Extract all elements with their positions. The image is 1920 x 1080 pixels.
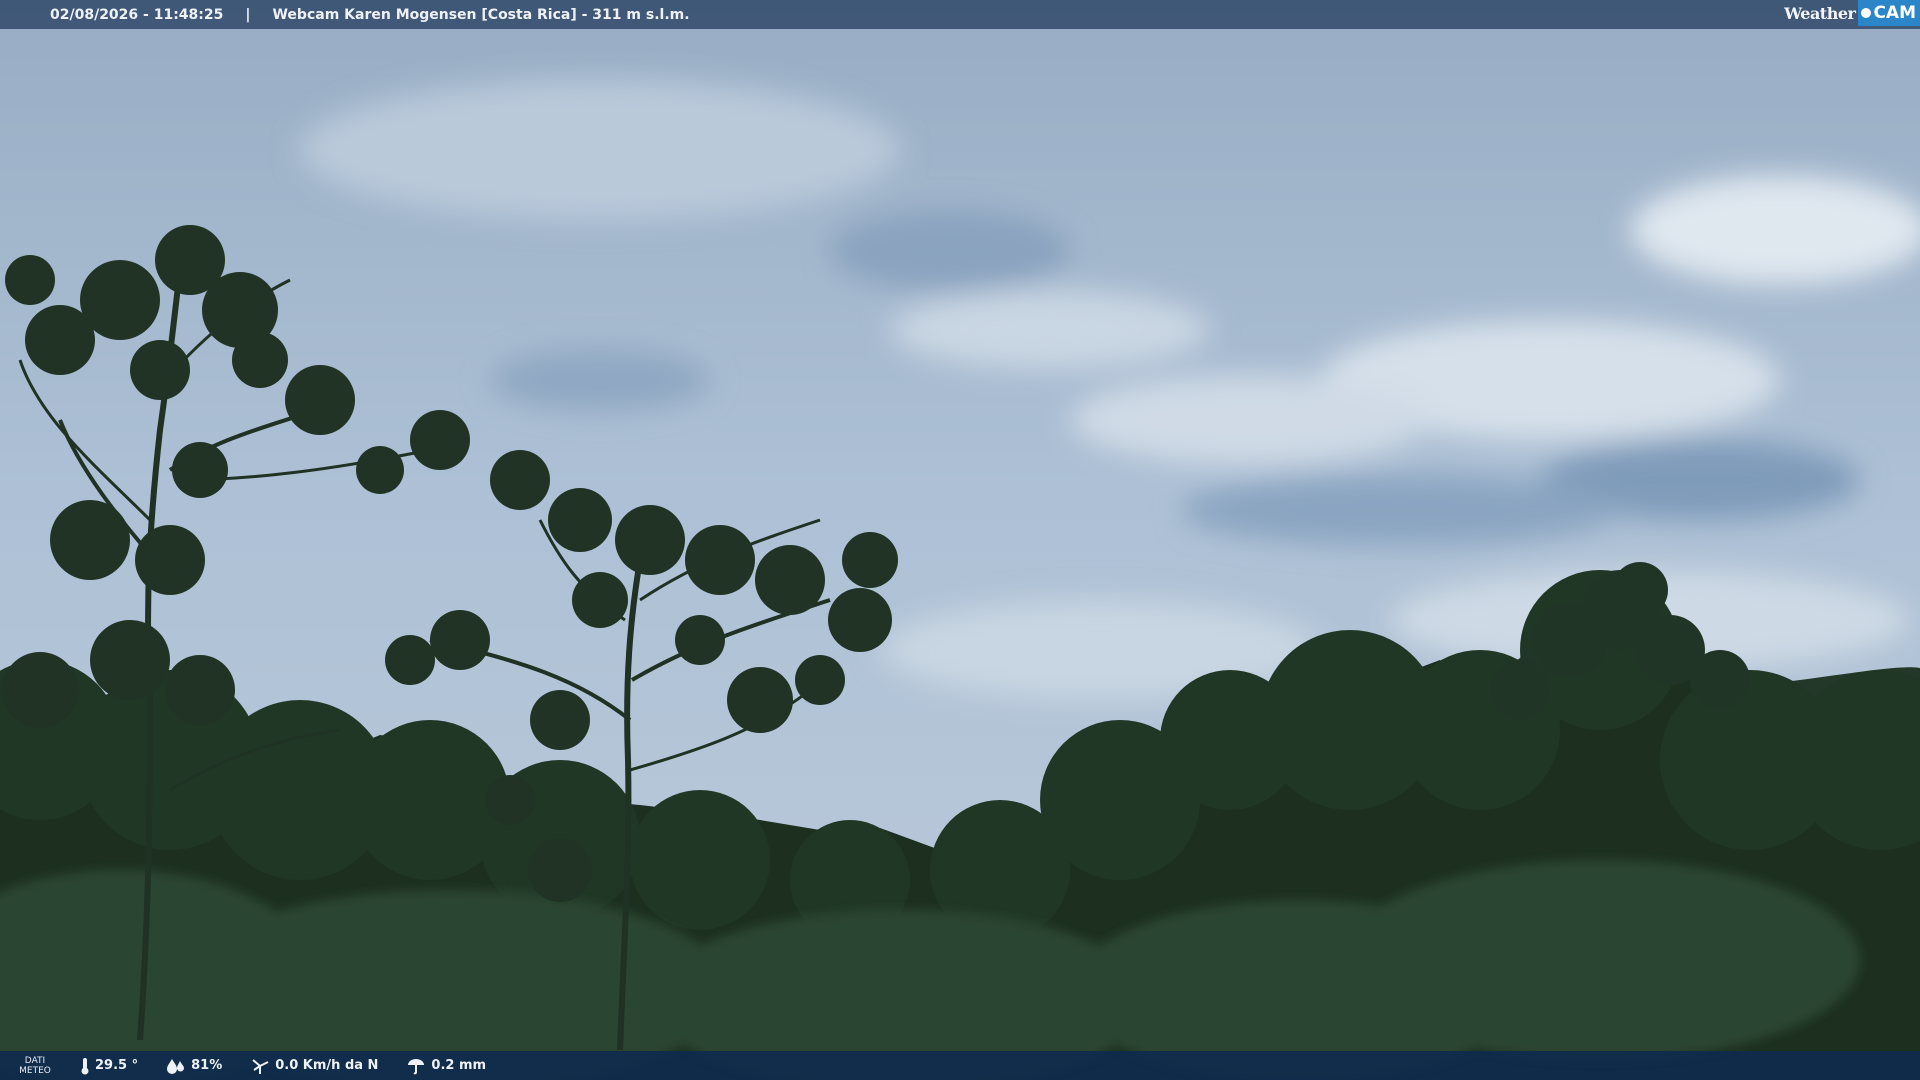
webcam-image (0, 0, 1920, 1080)
rain-icon (408, 1058, 425, 1074)
wind-value: 0.0 Km/h da N (275, 1058, 379, 1073)
rain-reading: 0.2 mm (406, 1057, 486, 1075)
webcam-title: Webcam Karen Mogensen [Costa Rica] - 311… (272, 6, 690, 23)
humidity-value: 81% (191, 1058, 223, 1073)
lens-icon (1861, 8, 1872, 18)
rain-value: 0.2 mm (431, 1058, 487, 1073)
dati-meteo-label: DATI METEO (0, 1056, 70, 1076)
temperature-reading: 29.5 ° (80, 1057, 138, 1075)
logo-cam-badge: CAM (1858, 0, 1920, 26)
wind-reading: 0.0 Km/h da N (250, 1057, 378, 1075)
top-info-bar: 02/08/2026 - 11:48:25 | Webcam Karen Mog… (0, 0, 1920, 29)
humidity-reading: 81% (166, 1058, 222, 1074)
logo-weather-text: Weather (1784, 3, 1856, 23)
temperature-value: 29.5 ° (95, 1058, 139, 1073)
logo-cam-text: CAM (1873, 3, 1916, 23)
separator: | (245, 6, 251, 23)
humidity-icon (167, 1058, 185, 1074)
dati-label-line1: DATI (24, 1055, 46, 1066)
thermometer-icon (81, 1057, 89, 1074)
weather-data-bar: DATI METEO 29.5 ° 81% 0.0 Km/h da N 0.2 … (0, 1051, 1920, 1080)
wind-icon (252, 1058, 269, 1074)
weathercam-logo[interactable]: Weather CAM (1784, 0, 1920, 26)
dati-label-line2: METEO (19, 1065, 51, 1076)
timestamp: 02/08/2026 - 11:48:25 (50, 6, 224, 23)
